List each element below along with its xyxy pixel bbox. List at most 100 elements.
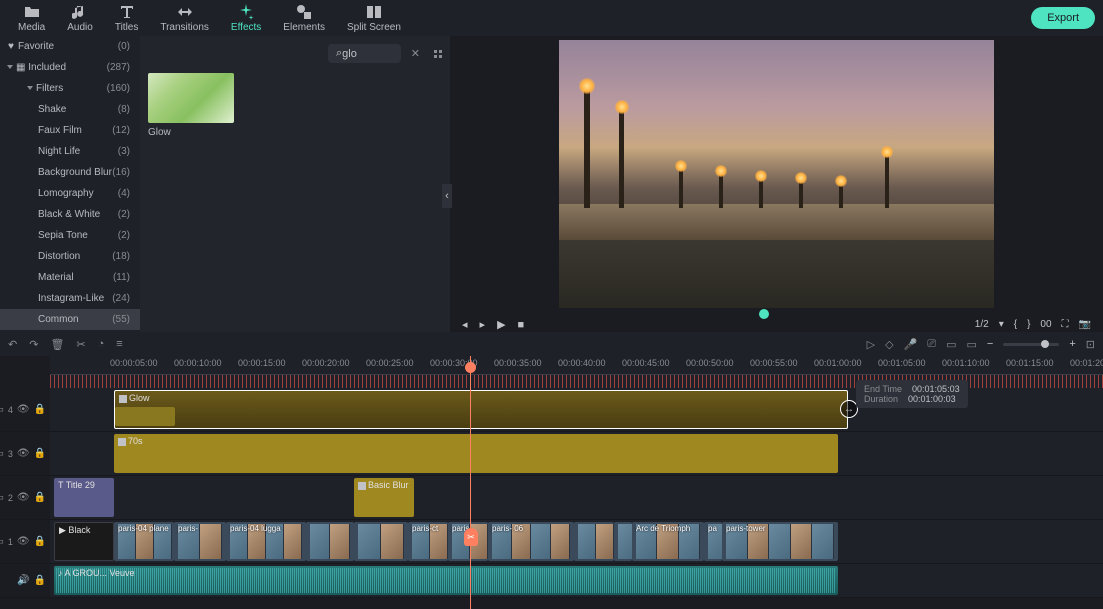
eye-icon[interactable]: 👁 [17,492,30,503]
clip-video-8[interactable] [574,522,614,561]
bracket-right-icon[interactable]: } [1027,319,1030,330]
fit-button[interactable]: ⊡ [1086,338,1095,351]
clip-video-10[interactable]: Arc de Triomph [632,522,704,561]
sidebar-item-fauxfilm[interactable]: Faux Film(12) [0,120,140,141]
sidebar-item-nightlife[interactable]: Night Life(3) [0,141,140,162]
lock-icon[interactable]: 🔒 [34,404,46,415]
sidebar-item-common[interactable]: Common(55) [0,309,140,330]
mic-button[interactable]: 🎤 [904,338,918,351]
effect-icon [118,438,126,446]
eye-icon[interactable]: 👁 [17,404,30,415]
clip-title29[interactable]: T Title 29 [54,478,114,517]
clip-audio[interactable]: ♪ A GROU... Veuve [54,566,838,595]
sidebar-item-lomography[interactable]: Lomography(4) [0,183,140,204]
sidebar-item-bw[interactable]: Black & White(2) [0,204,140,225]
sidebar-item-shake[interactable]: Shake(8) [0,99,140,120]
clip-video-11[interactable]: pa [704,522,722,561]
effect-icon [119,395,127,403]
export-button[interactable]: Export [1031,7,1095,29]
track-1: ▭1👁🔒 ▶ Black paris-04 plane paris- paris… [0,520,1103,564]
sidebar-item-material[interactable]: Material(11) [0,267,140,288]
sidebar-item-distortion[interactable]: Distortion(18) [0,246,140,267]
grid-view-button[interactable] [434,50,442,58]
chevron-down-icon [27,86,33,90]
mixer-button[interactable]: ⎚ [927,338,936,351]
tool2-button[interactable]: ▭ [967,338,977,351]
text-icon [119,4,135,20]
tool1-button[interactable]: ▭ [946,338,956,351]
nav-effects[interactable]: Effects [221,2,271,35]
preview-panel: ◂ ▸ ▶ ■ 1/2 ▾ { } 00 ⛶ 📷 [450,36,1103,332]
bracket-left-icon[interactable]: { [1014,319,1017,330]
sidebar-included[interactable]: ▦ Included (287) [0,57,140,78]
sidebar-filters[interactable]: Filters (160) [0,78,140,99]
chevron-down-icon[interactable]: ▾ [999,319,1004,330]
preview-canvas[interactable] [462,40,1091,308]
lock-icon[interactable]: 🔒 [34,448,46,459]
sidebar-item-sepia[interactable]: Sepia Tone(2) [0,225,140,246]
clip-70s[interactable]: 70s [114,434,838,473]
folder-icon [24,4,40,20]
clip-video-4[interactable] [354,522,408,561]
adjust-button[interactable]: ≡ [116,338,122,350]
clip-video-9[interactable] [614,522,632,561]
clip-basicblur[interactable]: Basic Blur [354,478,414,517]
nav-transitions[interactable]: Transitions [150,2,219,35]
clip-video-1[interactable]: paris- [174,522,226,561]
effect-thumb-glow[interactable]: Glow [148,73,234,138]
marker2-button[interactable]: ◇ [885,338,893,351]
lock-icon[interactable]: 🔒 [34,575,46,586]
snapshot-button[interactable]: 📷 [1079,319,1091,330]
lock-icon[interactable]: 🔒 [34,492,46,503]
sidebar-item-bgblur[interactable]: Background Blur(16) [0,162,140,183]
clip-video-12[interactable]: paris-tower [722,522,838,561]
nav-elements[interactable]: Elements [273,2,335,35]
track-3: ▭3👁🔒 70s [0,432,1103,476]
scissors-cursor[interactable] [464,528,478,546]
speaker-icon[interactable]: 🔊 [17,575,29,586]
nav-media[interactable]: Media [8,2,55,35]
main-nav: Media Audio Titles Transitions Effects E… [0,0,1103,36]
nav-audio[interactable]: Audio [57,2,103,35]
eye-icon[interactable]: 👁 [17,536,30,547]
eye-icon[interactable]: 👁 [17,448,30,459]
clip-video-7[interactable]: paris- 06 [488,522,574,561]
stop-button[interactable]: ■ [518,319,525,331]
nav-splitscreen[interactable]: Split Screen [337,2,411,35]
clip-glow[interactable]: Glow [114,390,848,429]
fullscreen-button[interactable]: ⛶ [1062,319,1069,330]
search-input-wrapper[interactable]: ⌕ [328,44,401,63]
delete-button[interactable]: 🗑 [50,338,64,351]
nav-titles[interactable]: Titles [105,2,149,35]
zoom-slider[interactable] [1003,343,1059,346]
redo-button[interactable]: ↷ [29,338,38,351]
cut-button[interactable]: ✂ [76,338,85,351]
clip-tooltip: End Time00:01:05:03 Duration00:01:00:03 [856,380,968,408]
lock-icon[interactable]: 🔒 [34,536,46,547]
zoom-in-button[interactable]: + [1069,338,1075,350]
collapse-panel-button[interactable]: ‹ [442,184,452,208]
scrub-handle[interactable] [759,309,769,319]
clear-search-button[interactable]: ✕ [407,47,424,60]
sidebar-item-instagram[interactable]: Instagram-Like(24) [0,288,140,309]
undo-button[interactable]: ↶ [8,338,17,351]
clip-video-0[interactable]: paris-04 plane [114,522,174,561]
play-back-button[interactable]: ▸ [480,318,486,331]
render-button[interactable]: ▷ [867,338,875,351]
prev-frame-button[interactable]: ◂ [462,318,468,331]
sidebar-favorite[interactable]: ♥Favorite (0) [0,36,140,57]
clip-video-3[interactable] [306,522,354,561]
preview-timecode: 00 [1040,319,1051,330]
timeline-toolbar: ↶ ↷ 🗑 ✂ ◔ ≡ ▷ ◇ 🎤 ⎚ ▭ ▭ − + ⊡ [0,332,1103,356]
clip-video-5[interactable]: paris-ct [408,522,448,561]
playhead[interactable] [470,356,471,609]
search-input[interactable] [342,48,382,60]
marker-button[interactable]: ◔ [98,338,105,350]
play-button[interactable]: ▶ [497,318,505,331]
preview-ratio[interactable]: 1/2 [975,319,989,330]
zoom-out-button[interactable]: − [987,338,993,350]
sparkle-icon [238,4,254,20]
clip-video-2[interactable]: paris-04 lugga [226,522,306,561]
track-audio: 🔊 🔒 ♪ A GROU... Veuve [0,564,1103,598]
clip-black[interactable]: ▶ Black [54,522,114,561]
